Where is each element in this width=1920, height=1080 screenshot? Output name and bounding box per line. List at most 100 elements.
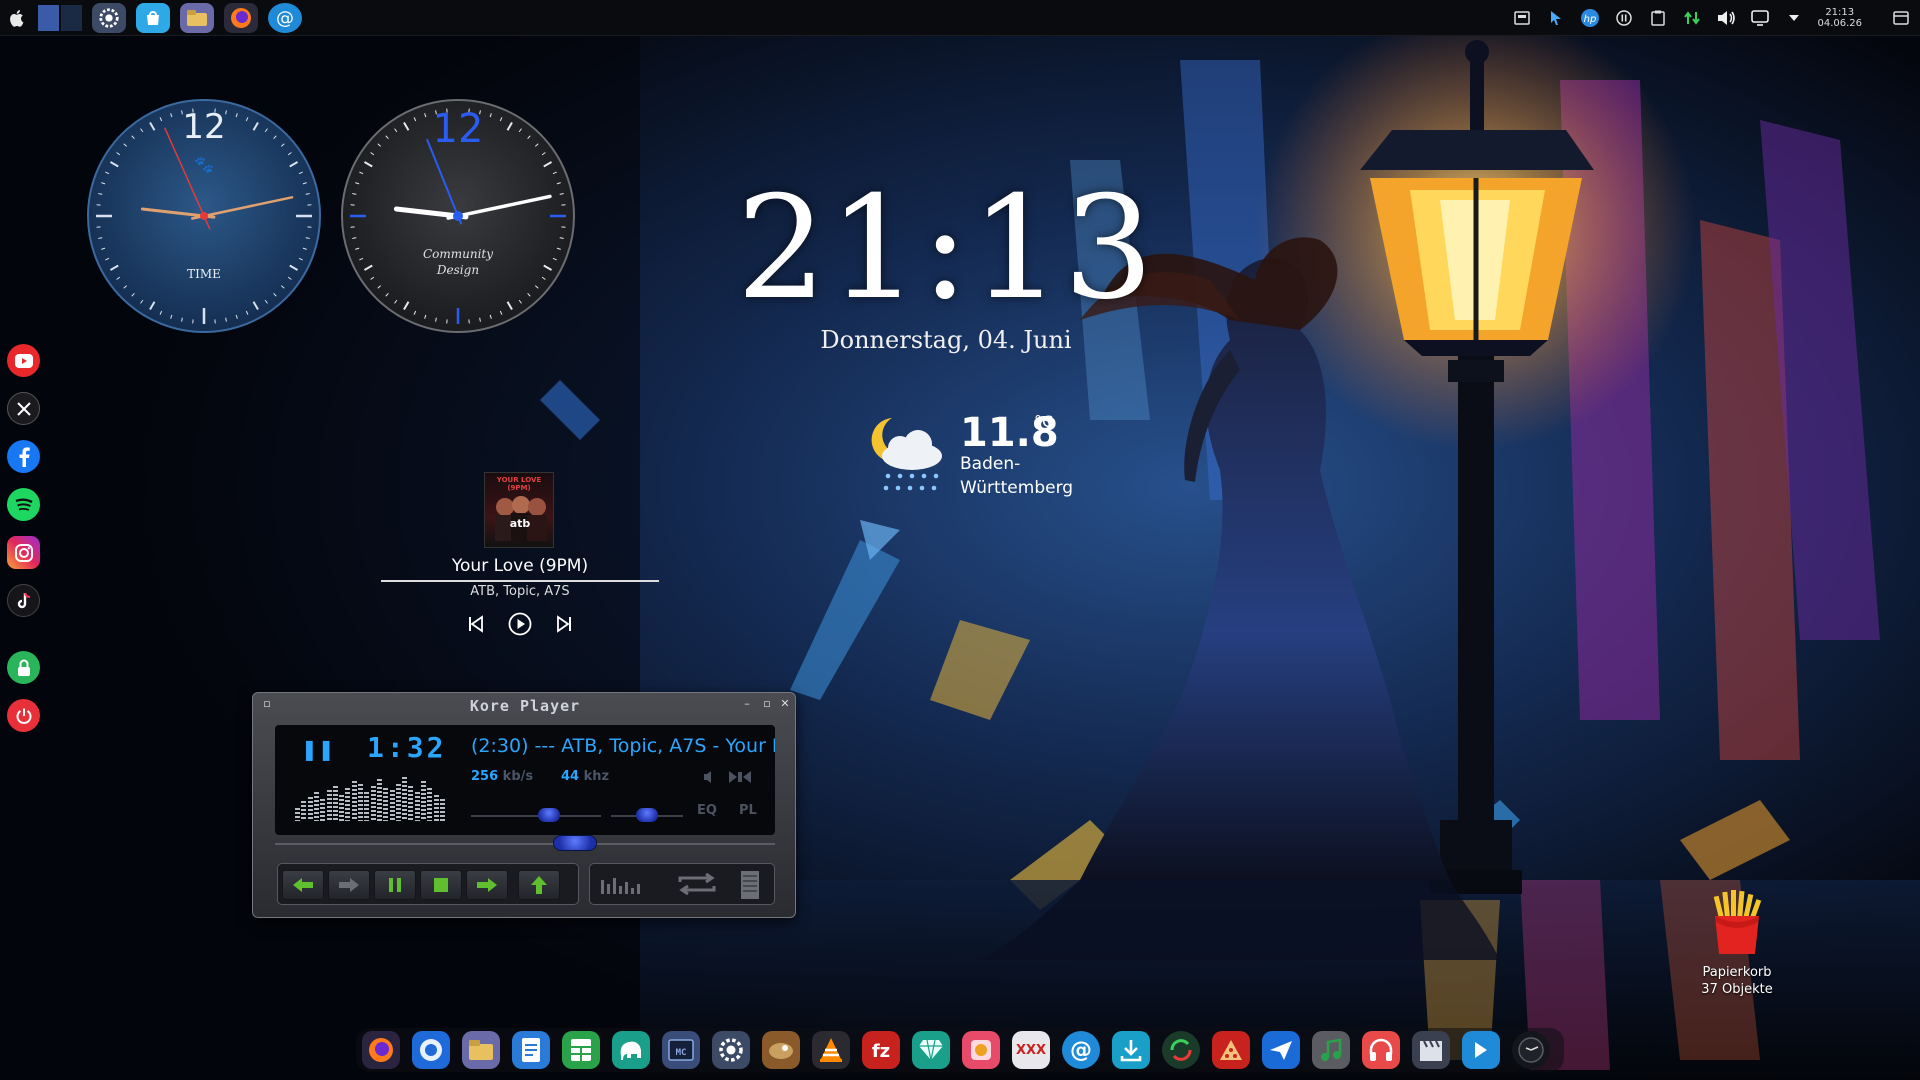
previous-icon[interactable]: [464, 612, 488, 636]
balance-slider[interactable]: [636, 808, 658, 822]
spotify-icon[interactable]: [7, 488, 40, 521]
hp-icon[interactable]: hp: [1579, 7, 1601, 29]
image-editor-icon[interactable]: [962, 1031, 1000, 1069]
mail-at-icon[interactable]: @: [1062, 1031, 1100, 1069]
pause-icon[interactable]: ❚❚: [301, 737, 335, 761]
desktop-2[interactable]: [61, 5, 82, 31]
youtube-icon[interactable]: [7, 344, 40, 377]
cursor-icon[interactable]: [1545, 7, 1567, 29]
playlist-icon[interactable]: [740, 870, 760, 900]
clock-label: TIME: [187, 267, 221, 281]
document-icon[interactable]: [512, 1031, 550, 1069]
maximize-icon[interactable]: ▫: [761, 698, 773, 710]
stereo-icon[interactable]: [727, 769, 753, 785]
filezilla-icon[interactable]: fz: [862, 1031, 900, 1069]
desktop-1[interactable]: [38, 5, 59, 31]
kore-bitrate-unit: kb/s: [502, 769, 534, 784]
clipboard-icon[interactable]: [1647, 7, 1669, 29]
album-cover[interactable]: YOUR LOVE (9PM) atb: [484, 472, 554, 548]
sync-icon[interactable]: [1162, 1031, 1200, 1069]
play-button[interactable]: [328, 870, 370, 900]
play-icon[interactable]: [508, 612, 532, 636]
pause-icon[interactable]: [1613, 7, 1635, 29]
spectrum-bar: [395, 783, 401, 821]
volume-icon[interactable]: [1715, 7, 1737, 29]
facebook-icon[interactable]: [7, 440, 40, 473]
lock-icon[interactable]: [7, 651, 40, 684]
clapper-icon[interactable]: [1412, 1031, 1450, 1069]
analog-clock-community: 12 Community Design: [340, 98, 576, 334]
diamond-icon[interactable]: [912, 1031, 950, 1069]
pizza-icon[interactable]: [1212, 1031, 1250, 1069]
playlist-button[interactable]: PL: [739, 803, 757, 818]
spectrum-bar: [370, 785, 376, 821]
file-manager-icon[interactable]: [462, 1031, 500, 1069]
spectrum-bar: [313, 792, 319, 821]
image-viewer-icon[interactable]: [762, 1031, 800, 1069]
trash-count: 37 Objekte: [1701, 982, 1773, 997]
eject-button[interactable]: [518, 870, 560, 900]
plane-icon[interactable]: [1262, 1031, 1300, 1069]
kore-player-window[interactable]: ▫ Kore Player – ▫ ✕ ❚❚ 1:32 (2:30) --- A…: [252, 692, 796, 918]
xxx-icon[interactable]: XXX: [1012, 1031, 1050, 1069]
clock-icon[interactable]: [1512, 1031, 1550, 1069]
kore-spectrum: [295, 775, 447, 821]
repeat-icon[interactable]: [676, 872, 718, 896]
tiktok-icon[interactable]: [7, 584, 40, 617]
minimize-icon[interactable]: –: [741, 698, 753, 710]
svg-text:atb: atb: [510, 517, 531, 530]
svg-text:MC: MC: [676, 1048, 687, 1058]
store-icon[interactable]: [136, 3, 170, 33]
instagram-icon[interactable]: [7, 536, 40, 569]
close-icon[interactable]: ✕: [779, 698, 791, 710]
spectrum-bar: [421, 781, 426, 821]
terminal-mc-icon[interactable]: MC: [662, 1031, 700, 1069]
equalizer-icon[interactable]: [600, 874, 646, 894]
desktop: @ hp 21:13 04.06.26 12 TIME 🐾 12 Communi…: [0, 0, 1920, 1080]
firefox-icon[interactable]: [224, 3, 258, 33]
music-icon[interactable]: [1312, 1031, 1350, 1069]
seek-slider[interactable]: [553, 835, 597, 851]
trash-desktop-icon[interactable]: Papierkorb 37 Objekte: [1680, 890, 1794, 998]
window-icon[interactable]: [1890, 7, 1912, 29]
spectrum-bar: [332, 785, 338, 821]
previous-button[interactable]: [282, 870, 324, 900]
forward-icon[interactable]: [1462, 1031, 1500, 1069]
volume-slider[interactable]: [538, 808, 560, 822]
screen-icon[interactable]: [1511, 7, 1533, 29]
weather-unit: °C: [1034, 412, 1054, 431]
spectrum-bar: [376, 779, 382, 821]
chevron-down-icon[interactable]: [1783, 7, 1805, 29]
headphones-icon[interactable]: [1362, 1031, 1400, 1069]
download-icon[interactable]: [1112, 1031, 1150, 1069]
clock-twelve: 12: [433, 106, 484, 152]
eq-button[interactable]: EQ: [697, 803, 717, 818]
next-button[interactable]: [466, 870, 508, 900]
x-icon[interactable]: [7, 392, 40, 425]
vlc-icon[interactable]: [812, 1031, 850, 1069]
pause-button[interactable]: [374, 870, 416, 900]
browser-icon[interactable]: [412, 1031, 450, 1069]
next-icon[interactable]: [552, 612, 576, 636]
apple-menu-icon[interactable]: [6, 7, 28, 29]
network-icon[interactable]: [1681, 7, 1703, 29]
system-tray: hp 21:13 04.06.26: [1511, 4, 1912, 32]
display-icon[interactable]: [1749, 7, 1771, 29]
mono-icon[interactable]: [701, 769, 717, 785]
kore-display: ❚❚ 1:32 (2:30) --- ATB, Topic, A7S - You…: [275, 725, 775, 835]
settings-icon[interactable]: [712, 1031, 750, 1069]
spreadsheet-icon[interactable]: [562, 1031, 600, 1069]
elephant-icon[interactable]: [612, 1031, 650, 1069]
panel-clock[interactable]: 21:13 04.06.26: [1817, 7, 1862, 29]
file-manager-icon[interactable]: [180, 3, 214, 33]
spectrum-bar: [408, 785, 414, 821]
top-panel: @ hp 21:13 04.06.26: [0, 0, 1920, 36]
firefox-icon[interactable]: [362, 1031, 400, 1069]
mail-at-icon[interactable]: @: [268, 3, 302, 33]
power-icon[interactable]: [7, 699, 40, 732]
settings-icon[interactable]: [92, 3, 126, 33]
weather-widget[interactable]: 11.8 °C Baden-Württemberg: [862, 410, 1102, 510]
stop-button[interactable]: [420, 870, 462, 900]
desktop-pager[interactable]: [38, 5, 82, 31]
seek-track: [275, 843, 775, 845]
